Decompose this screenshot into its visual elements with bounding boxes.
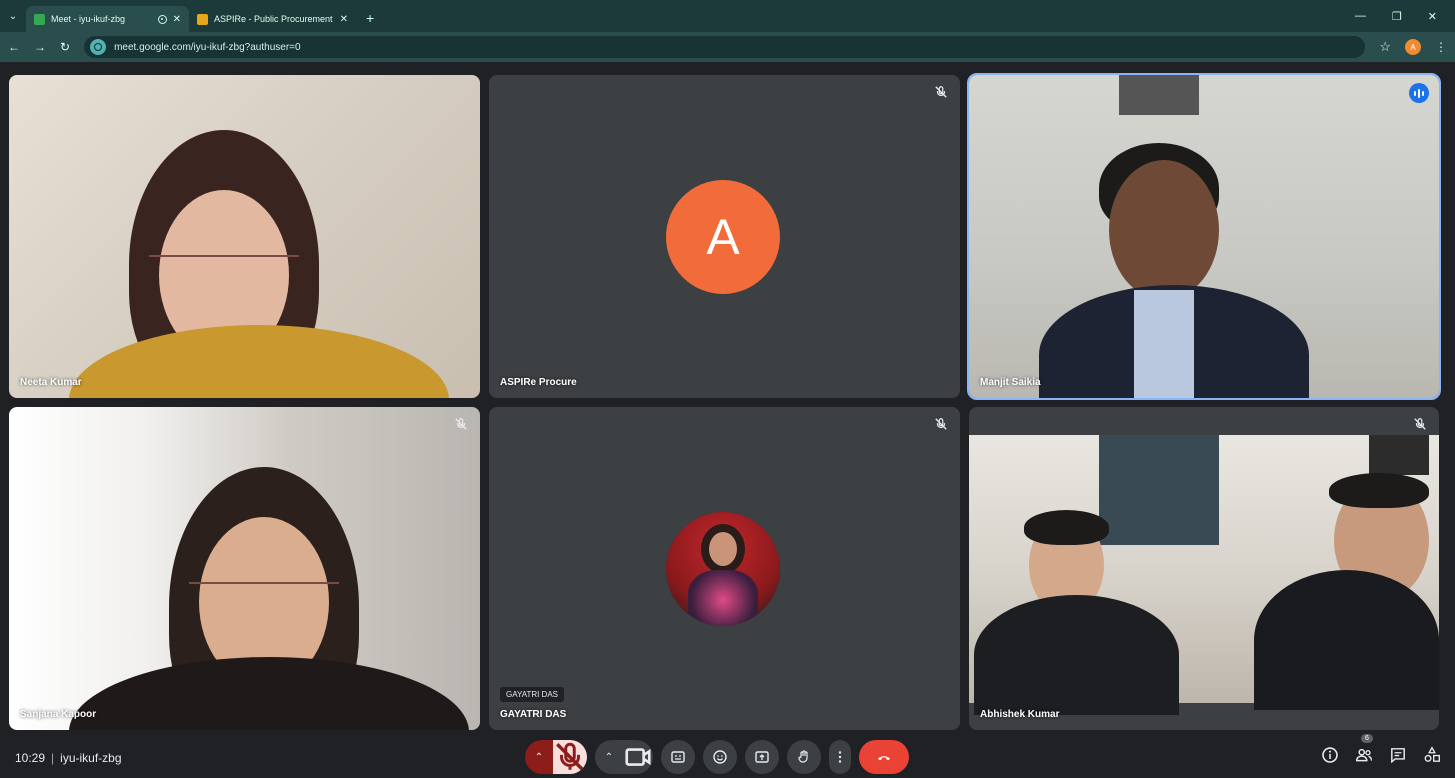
mic-off-icon bbox=[1413, 417, 1427, 431]
participant-tile[interactable]: A ASPIRe Procure bbox=[489, 75, 960, 398]
profile-avatar[interactable]: A bbox=[1405, 39, 1421, 55]
people-icon bbox=[1355, 748, 1373, 762]
mic-off-icon bbox=[556, 742, 584, 771]
reactions-button[interactable] bbox=[703, 740, 737, 774]
mic-off-icon bbox=[934, 417, 948, 431]
activities-shapes-icon bbox=[1424, 746, 1440, 762]
present-button[interactable] bbox=[745, 740, 779, 774]
call-controls: ⌃ ⌃ bbox=[525, 740, 909, 774]
tab-meet[interactable]: Meet - iyu-ikuf-zbg ✕ bbox=[26, 6, 189, 32]
site-info-icon[interactable] bbox=[90, 39, 107, 55]
camera-control-group: ⌃ bbox=[595, 740, 653, 774]
bookmark-star-icon[interactable]: ☆ bbox=[1379, 39, 1391, 55]
browser-menu-icon[interactable]: ⋮ bbox=[1435, 40, 1447, 54]
chat-icon bbox=[1391, 748, 1405, 764]
present-screen-icon bbox=[755, 751, 769, 763]
participant-tile[interactable]: Sanjana Kapoor bbox=[9, 407, 480, 730]
close-window-icon[interactable]: ✕ bbox=[1428, 10, 1437, 23]
restore-icon[interactable]: ❐ bbox=[1392, 10, 1402, 23]
new-tab-button[interactable]: + bbox=[356, 10, 384, 32]
camera-icon bbox=[625, 748, 651, 766]
meet-favicon-icon bbox=[34, 13, 45, 25]
tab-aspire-title: ASPIRe - Public Procurement in bbox=[214, 14, 334, 24]
people-button[interactable]: 6 bbox=[1355, 734, 1373, 769]
meeting-time: 10:29 bbox=[15, 751, 46, 765]
captions-button[interactable] bbox=[661, 740, 695, 774]
tab-close-icon[interactable]: ✕ bbox=[340, 14, 348, 25]
participant-tile[interactable]: Neeta Kumar bbox=[9, 75, 480, 398]
meeting-details-button[interactable] bbox=[1321, 746, 1339, 769]
participant-count-badge: 6 bbox=[1361, 734, 1373, 743]
participant-avatar: A bbox=[666, 180, 780, 294]
recording-indicator-icon bbox=[157, 14, 167, 24]
participant-video bbox=[969, 435, 1439, 715]
tab-aspire[interactable]: ASPIRe - Public Procurement in ✕ bbox=[189, 6, 356, 32]
side-panel-icons: 6 bbox=[1321, 734, 1441, 769]
forward-arrow-icon[interactable]: → bbox=[34, 40, 46, 54]
chat-button[interactable] bbox=[1389, 746, 1407, 769]
reload-icon[interactable]: ↻ bbox=[60, 40, 70, 54]
meeting-control-bar: 10:29 | iyu-ikuf-zbg ⌃ ⌃ 6 bbox=[0, 732, 1455, 778]
participant-name: Manjit Saikia bbox=[980, 377, 1041, 388]
tab-search-chevron-icon[interactable]: ⌄ bbox=[0, 0, 26, 32]
participant-avatar-photo bbox=[666, 512, 780, 626]
participant-name: Sanjana Kapoor bbox=[20, 709, 97, 720]
speaking-indicator-icon bbox=[1409, 83, 1429, 103]
hand-icon bbox=[798, 750, 808, 763]
back-arrow-icon[interactable]: ← bbox=[8, 40, 20, 54]
tab-close-icon[interactable]: ✕ bbox=[173, 14, 181, 25]
audio-options-chevron-icon[interactable]: ⌃ bbox=[525, 740, 553, 774]
participant-tile[interactable]: Abhishek Kumar bbox=[969, 407, 1439, 730]
mic-off-icon bbox=[454, 417, 468, 431]
participant-name: GAYATRI DAS bbox=[500, 709, 567, 720]
separator: | bbox=[51, 751, 55, 765]
omnibox[interactable]: meet.google.com/iyu-ikuf-zbg?authuser=0 bbox=[84, 36, 1366, 58]
address-bar-row: ← → ↻ meet.google.com/iyu-ikuf-zbg?authu… bbox=[0, 32, 1455, 62]
captions-icon bbox=[671, 751, 685, 763]
mic-toggle-button[interactable] bbox=[553, 740, 587, 774]
window-controls: — ❐ ✕ bbox=[1355, 0, 1455, 32]
meeting-code: iyu-ikuf-zbg bbox=[60, 751, 122, 765]
mic-off-icon bbox=[934, 85, 948, 99]
camera-toggle-button[interactable] bbox=[623, 740, 653, 774]
activities-button[interactable] bbox=[1423, 746, 1441, 769]
participant-name-chip: GAYATRI DAS bbox=[500, 687, 565, 702]
url-text[interactable]: meet.google.com/iyu-ikuf-zbg?authuser=0 bbox=[114, 42, 301, 53]
browser-tab-bar: ⌄ Meet - iyu-ikuf-zbg ✕ ASPIRe - Public … bbox=[0, 0, 1455, 32]
participant-name: Neeta Kumar bbox=[20, 377, 82, 388]
participant-tile[interactable]: GAYATRI DAS GAYATRI DAS bbox=[489, 407, 960, 730]
participant-name: ASPIRe Procure bbox=[500, 377, 577, 388]
aspire-favicon-icon bbox=[197, 13, 208, 25]
leave-call-button[interactable] bbox=[859, 740, 909, 774]
info-icon bbox=[1322, 747, 1338, 763]
call-end-icon bbox=[878, 756, 890, 761]
emoji-icon bbox=[713, 750, 727, 764]
raise-hand-button[interactable] bbox=[787, 740, 821, 774]
minimize-icon[interactable]: — bbox=[1355, 10, 1366, 22]
participant-name: Abhishek Kumar bbox=[980, 709, 1060, 720]
tab-meet-title: Meet - iyu-ikuf-zbg bbox=[51, 14, 126, 24]
more-vert-icon bbox=[838, 751, 842, 763]
video-options-chevron-icon[interactable]: ⌃ bbox=[595, 740, 623, 774]
more-options-button[interactable] bbox=[829, 740, 851, 774]
participant-tile-speaking[interactable]: Manjit Saikia bbox=[967, 73, 1441, 400]
meeting-stage: Neeta Kumar A ASPIRe Procure Manjit Saik… bbox=[0, 62, 1455, 732]
mic-control-group: ⌃ bbox=[525, 740, 587, 774]
meeting-info: 10:29 | iyu-ikuf-zbg bbox=[15, 751, 122, 765]
